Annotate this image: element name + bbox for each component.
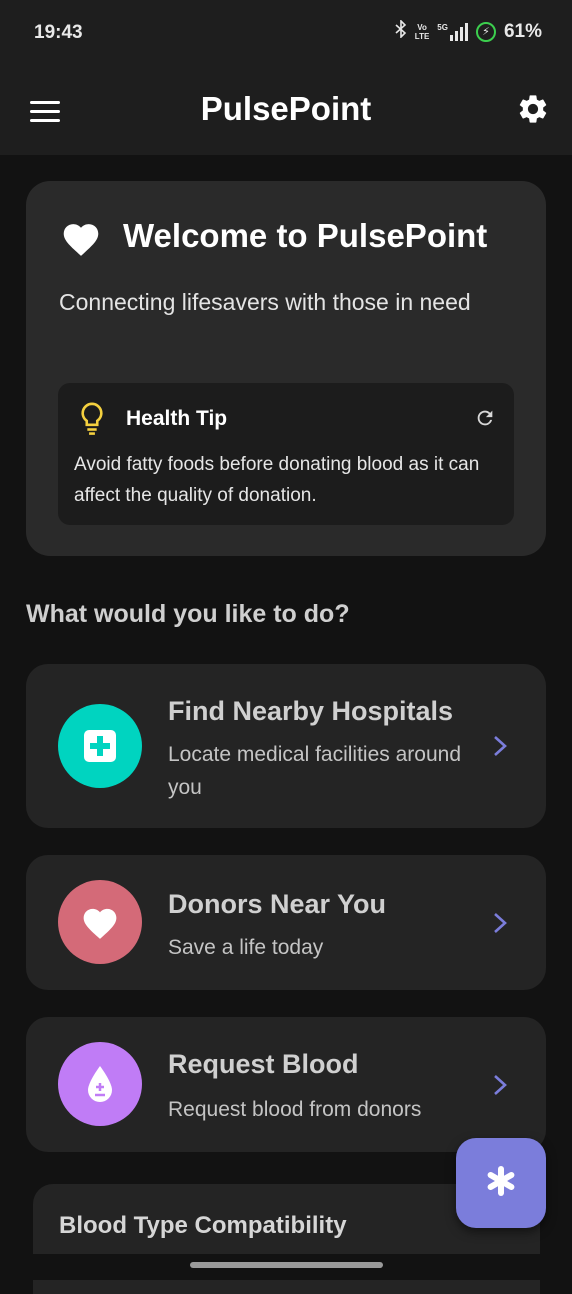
section-heading: What would you like to do? [26,600,350,628]
hospital-cross-icon [58,704,142,788]
refresh-icon[interactable] [474,407,496,429]
volte-icon: Vo LTE [414,22,430,41]
battery-charging-icon: ⚡ [475,21,496,42]
welcome-card: Welcome to PulsePoint Connecting lifesav… [26,181,546,556]
app-title: PulsePoint [200,90,372,127]
gear-icon[interactable] [516,92,550,126]
action-subtitle: Locate medical facilities around you [168,743,461,799]
welcome-title: Welcome to PulsePoint [123,217,488,254]
action-title: Request Blood [168,1049,359,1079]
health-tip-title: Health Tip [126,407,228,430]
asterisk-icon [485,1165,517,1202]
bluetooth-icon [395,19,407,43]
battery-percent: 61% [503,20,542,42]
chevron-right-icon [492,734,508,758]
donors-near-you-card[interactable]: Donors Near You Save a life today [26,855,546,990]
network-gen-label: 5G [437,22,448,32]
fab-button[interactable] [456,1138,546,1228]
signal-icon: 5G [437,22,468,41]
status-bar: 19:43 Vo LTE 5G ⚡ 61% [0,0,572,70]
welcome-subtitle: Connecting lifesavers with those in need [59,289,471,315]
health-tip-text: Avoid fatty foods before donating blood … [74,454,480,506]
app-bar: PulsePoint [0,70,572,155]
status-time: 19:43 [34,22,83,43]
health-tip-box: Health Tip Avoid fatty foods before dona… [58,383,514,525]
chevron-right-icon [492,1073,508,1097]
gesture-handle[interactable] [190,1262,383,1268]
lightbulb-icon [78,401,106,437]
chevron-right-icon [492,911,508,935]
compatibility-title: Blood Type Compatibility [59,1212,347,1239]
find-hospitals-card[interactable]: Find Nearby Hospitals Locate medical fac… [26,664,546,828]
status-icons: Vo LTE 5G ⚡ 61% [395,19,542,43]
heart-icon [58,880,142,964]
action-subtitle: Request blood from donors [168,1098,422,1121]
heart-icon [60,219,102,257]
action-subtitle: Save a life today [168,936,324,959]
action-title: Donors Near You [168,889,387,919]
action-title: Find Nearby Hospitals [168,696,454,726]
request-blood-card[interactable]: Request Blood Request blood from donors [26,1017,546,1152]
blood-drop-icon [58,1042,142,1126]
